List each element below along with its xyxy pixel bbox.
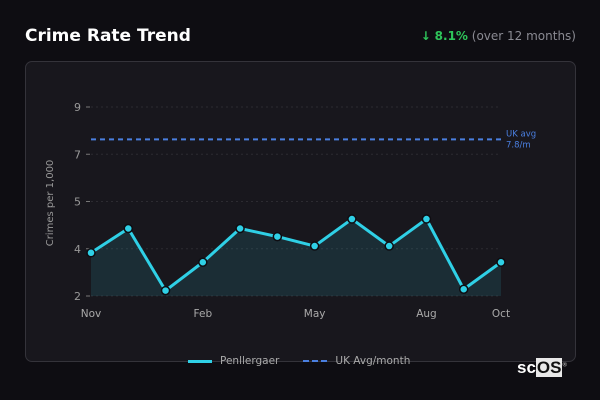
x-tick-label: Oct: [492, 308, 510, 320]
legend-label: Penllergaer: [220, 355, 280, 367]
data-point: [235, 223, 245, 234]
uk-average-annotation: 7.8/m: [506, 140, 531, 150]
x-tick-label: Feb: [194, 308, 213, 320]
legend-swatch-solid: [188, 359, 212, 363]
data-point: [86, 248, 96, 258]
data-point: [496, 257, 506, 267]
data-point: [421, 214, 432, 224]
y-tick-label: 9: [74, 101, 81, 114]
data-point: [458, 284, 469, 294]
y-tick-label: 5: [74, 196, 81, 209]
legend: Penllergaer UK Avg/month: [188, 355, 410, 367]
y-tick-label: 4: [74, 243, 81, 256]
x-tick-label: May: [304, 308, 326, 320]
y-axis-label: Crimes per 1,000: [45, 160, 56, 247]
y-tick-label: 7: [74, 148, 81, 161]
series-area: [91, 219, 501, 296]
uk-average-annotation: UK avg: [506, 129, 536, 139]
data-point: [347, 214, 357, 224]
crime-rate-chart: 2 4 5 7 9 Crimes per 1,000 Nov Feb May Aug Oct UK a…: [45, 101, 536, 320]
data-point: [198, 257, 208, 267]
legend-swatch-dashed: [303, 360, 328, 362]
legend-item-average[interactable]: UK Avg/month: [303, 355, 410, 367]
data-point: [123, 223, 134, 234]
y-tick-label: 2: [74, 290, 81, 303]
data-point: [160, 285, 171, 296]
data-point: [384, 241, 394, 251]
data-point: [309, 241, 320, 251]
x-tick-label: Aug: [416, 308, 437, 320]
legend-label: UK Avg/month: [335, 355, 411, 367]
legend-item-series[interactable]: Penllergaer: [188, 355, 279, 367]
data-point: [272, 231, 283, 242]
x-tick-label: Nov: [81, 308, 102, 320]
scos-logo: scOS®: [517, 358, 567, 377]
